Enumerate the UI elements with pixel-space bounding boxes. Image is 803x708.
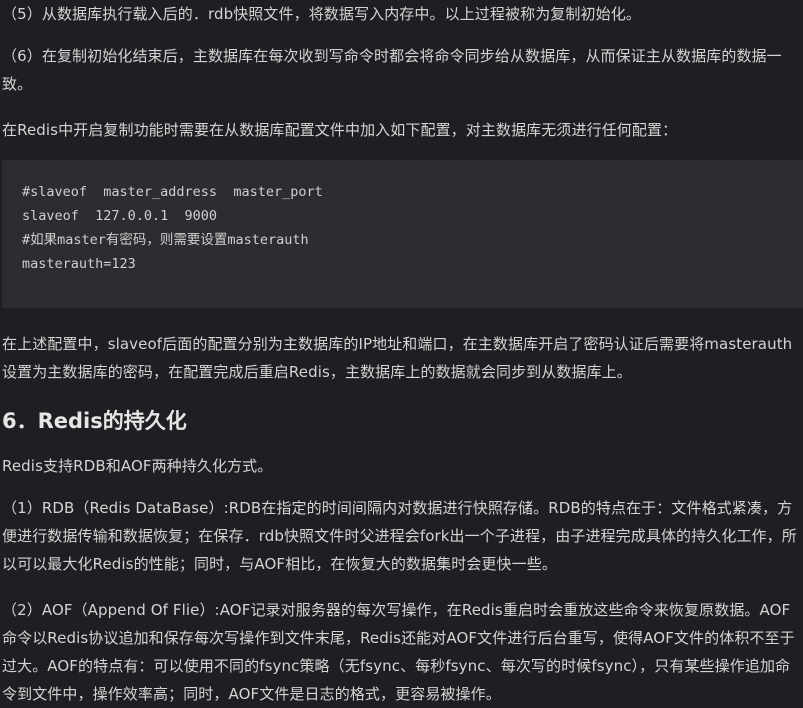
code-line: #如果master有密码，则需要设置masterauth bbox=[22, 232, 309, 248]
paragraph-config-intro: 在Redis中开启复制功能时需要在从数据库配置文件中加入如下配置，对主数据库无须… bbox=[2, 121, 678, 139]
code-line: #slaveof master_address master_port bbox=[22, 184, 323, 200]
document-page: （5）从数据库执行载入后的．rdb快照文件，将数据写入内存中。以上过程被称为复制… bbox=[0, 0, 803, 707]
paragraph-persistence-intro: Redis支持RDB和AOF两种持久化方式。 bbox=[2, 457, 273, 475]
code-line: slaveof 127.0.0.1 9000 bbox=[22, 208, 218, 224]
code-line: masterauth=123 bbox=[22, 256, 136, 272]
code-block[interactable]: #slaveof master_address master_port slav… bbox=[2, 160, 803, 308]
paragraph-rdb: （1）RDB（Redis DataBase）:RDB在指定的时间间隔内对数据进行… bbox=[2, 499, 797, 573]
paragraph-replication-step-5: （5）从数据库执行载入后的．rdb快照文件，将数据写入内存中。以上过程被称为复制… bbox=[2, 5, 641, 23]
section-heading: 6．Redis的持久化 bbox=[2, 409, 187, 433]
paragraph-config-explanation: 在上述配置中，slaveof后面的配置分别为主数据库的IP地址和端口，在主数据库… bbox=[2, 335, 793, 381]
paragraph-replication-step-6: （6）在复制初始化结束后，主数据库在每次收到写命令时都会将命令同步给从数据库，从… bbox=[2, 47, 782, 93]
paragraph-aof: （2）AOF（Append Of Flie）:AOF记录对服务器的每次写操作，在… bbox=[2, 601, 795, 703]
